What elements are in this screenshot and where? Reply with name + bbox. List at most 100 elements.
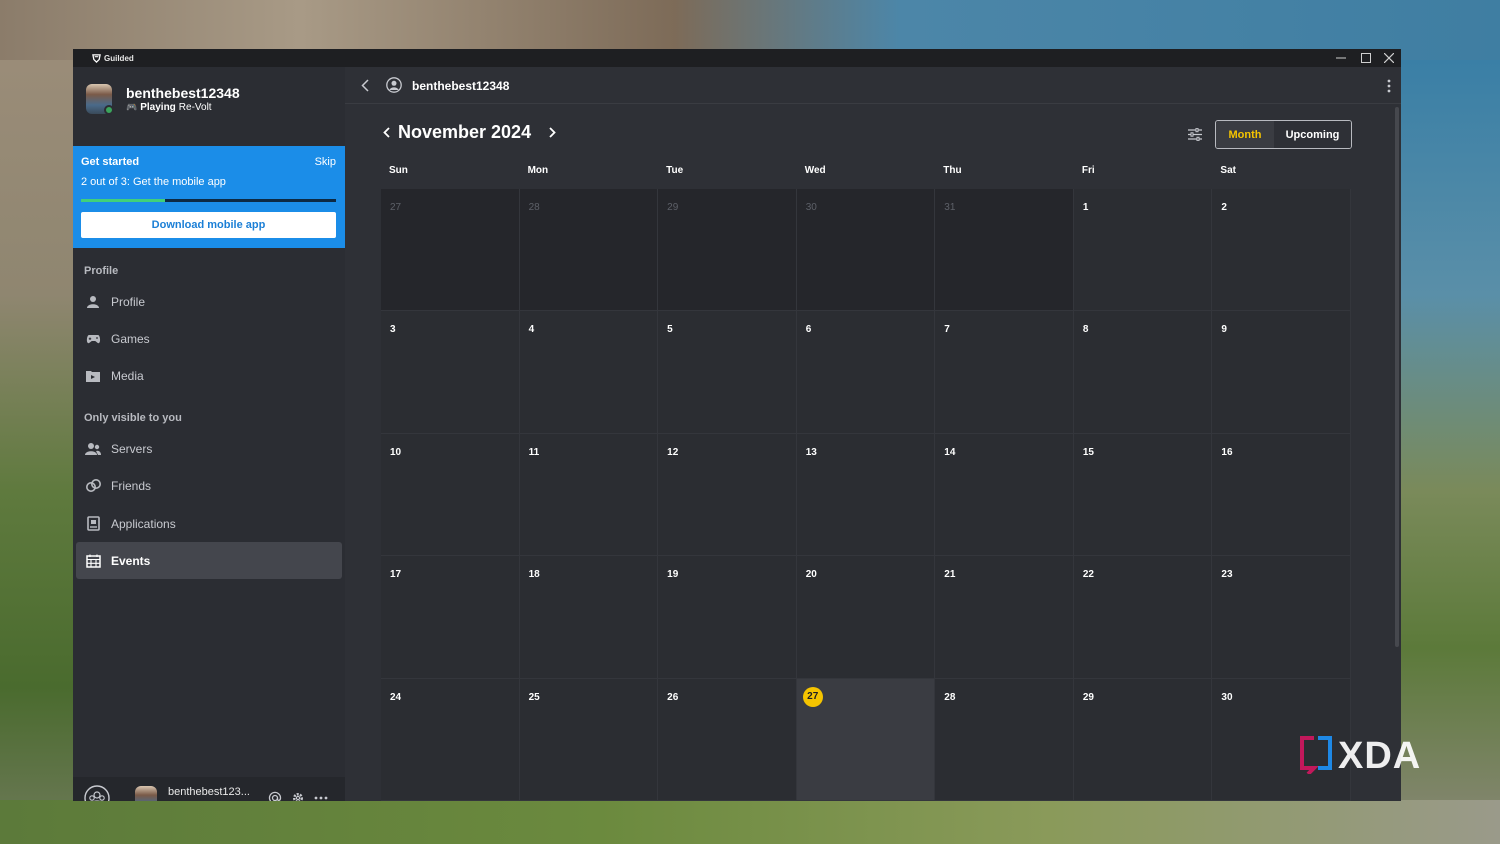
day-number: 31 xyxy=(944,202,956,213)
more-options-icon[interactable] xyxy=(313,790,329,801)
day-number: 18 xyxy=(528,569,540,581)
day-number: 14 xyxy=(944,446,956,458)
day-number: 30 xyxy=(805,202,817,213)
calendar-day-cell[interactable]: 24 xyxy=(381,678,520,801)
day-number: 1 xyxy=(1082,202,1089,213)
previous-month-button[interactable] xyxy=(383,125,390,141)
calendar-day-cell[interactable]: 7 xyxy=(935,311,1074,434)
friends-icon xyxy=(84,479,102,492)
calendar-day-cell[interactable]: 21 xyxy=(935,556,1074,679)
month-view-button[interactable]: Month xyxy=(1216,121,1274,148)
calendar-day-cell[interactable]: 31 xyxy=(935,189,1074,312)
playing-status: 🎮 Playing Re-Volt xyxy=(126,102,212,113)
servers-icon xyxy=(84,442,102,455)
calendar-day-cell[interactable]: 30 xyxy=(796,189,936,312)
calendar-day-cell[interactable]: 27 xyxy=(796,678,936,801)
calendar-day-cell[interactable]: 8 xyxy=(1073,311,1213,434)
media-folder-icon xyxy=(84,370,102,382)
calendar-day-cell[interactable]: 11 xyxy=(519,433,659,557)
main-header: benthebest12348 xyxy=(345,67,1401,104)
calendar-day-cell[interactable]: 18 xyxy=(519,556,659,679)
maximize-button[interactable] xyxy=(1355,49,1377,67)
calendar-grid: 27 28 29 30 31 1 2 3 4 5 6 7 8 9 10 11 12 13 14 15 16 17 18 19 2… xyxy=(381,189,1351,801)
day-number: 28 xyxy=(944,691,956,703)
title-bar: Guilded xyxy=(73,49,1401,67)
sidebar-item-media[interactable]: Media xyxy=(76,357,342,394)
download-mobile-app-button[interactable]: Download mobile app xyxy=(81,212,336,238)
calendar-day-cell[interactable]: 6 xyxy=(796,311,936,434)
mentions-icon[interactable] xyxy=(267,790,283,801)
calendar-day-cell[interactable]: 22 xyxy=(1073,556,1213,679)
calendar-day-cell[interactable]: 12 xyxy=(658,433,797,557)
calendar-header: November 2024 Month Upcoming xyxy=(345,104,1401,164)
weekday-label-wed: Wed xyxy=(804,165,826,176)
calendar-day-cell[interactable]: 19 xyxy=(658,556,797,679)
day-number: 8 xyxy=(1082,324,1089,336)
sidebar-item-label: Friends xyxy=(111,478,152,493)
calendar-day-cell[interactable]: 25 xyxy=(519,678,659,801)
get-started-progress xyxy=(81,199,336,202)
header-username: benthebest12348 xyxy=(412,79,510,93)
app-window: Guilded benthebest12348 🎮 Playing Re-Vol… xyxy=(73,49,1401,801)
calendar-day-cell[interactable]: 29 xyxy=(1073,678,1213,801)
day-number: 12 xyxy=(667,446,679,458)
xda-logo-icon xyxy=(1298,734,1334,779)
calendar-day-cell[interactable]: 17 xyxy=(381,556,520,679)
server-switcher-icon[interactable] xyxy=(83,784,111,801)
day-number: 13 xyxy=(805,446,817,458)
calendar-day-cell[interactable]: 15 xyxy=(1073,433,1213,557)
gamepad-icon xyxy=(84,333,102,345)
calendar-day-cell[interactable]: 27 xyxy=(381,189,520,312)
sidebar-item-applications[interactable]: Applications xyxy=(76,505,342,542)
kebab-menu-icon[interactable] xyxy=(1387,79,1391,98)
minimize-button[interactable] xyxy=(1330,49,1352,67)
skip-button[interactable]: Skip xyxy=(315,156,336,168)
today-badge: 27 xyxy=(802,686,823,707)
day-number: 6 xyxy=(805,324,812,336)
calendar-day-cell[interactable]: 28 xyxy=(519,189,659,312)
calendar-day-cell[interactable]: 23 xyxy=(1212,556,1351,679)
filter-sliders-icon[interactable] xyxy=(1188,127,1202,146)
calendar-day-cell[interactable]: 2 xyxy=(1212,189,1351,312)
footer-avatar[interactable] xyxy=(135,786,157,801)
gear-icon[interactable] xyxy=(290,790,306,801)
close-button[interactable] xyxy=(1378,49,1400,67)
calendar-day-cell[interactable]: 10 xyxy=(381,433,520,557)
weekday-header-row: Sun Mon Tue Wed Thu Fri Sat xyxy=(381,165,1351,187)
guilded-logo-icon xyxy=(91,53,101,63)
sidebar-item-label: Events xyxy=(111,553,151,568)
back-arrow-icon[interactable] xyxy=(361,79,369,97)
calendar-day-cell[interactable]: 5 xyxy=(658,311,797,434)
weekday-label-sun: Sun xyxy=(389,165,408,176)
calendar-day-cell[interactable]: 3 xyxy=(381,311,520,434)
sidebar-item-servers[interactable]: Servers xyxy=(76,430,342,467)
desktop-wallpaper-right xyxy=(1400,60,1500,844)
sidebar-item-games[interactable]: Games xyxy=(76,320,342,357)
calendar-day-cell[interactable]: 26 xyxy=(658,678,797,801)
user-header: benthebest12348 🎮 Playing Re-Volt xyxy=(73,67,345,128)
upcoming-view-button[interactable]: Upcoming xyxy=(1274,121,1351,148)
sidebar-item-profile[interactable]: Profile xyxy=(76,283,342,320)
calendar-day-cell[interactable]: 28 xyxy=(935,678,1074,801)
next-month-button[interactable] xyxy=(549,125,556,141)
calendar-day-cell[interactable]: 4 xyxy=(519,311,659,434)
online-status-indicator xyxy=(104,105,114,115)
scrollbar[interactable] xyxy=(1395,107,1399,647)
day-number: 26 xyxy=(667,691,679,703)
calendar-day-cell[interactable]: 13 xyxy=(796,433,936,557)
day-number: 21 xyxy=(944,569,956,581)
sidebar-item-friends[interactable]: Friends xyxy=(76,467,342,504)
calendar-day-cell[interactable]: 14 xyxy=(935,433,1074,557)
calendar-day-cell[interactable]: 29 xyxy=(658,189,797,312)
view-toggle: Month Upcoming xyxy=(1215,120,1352,149)
calendar-day-cell[interactable]: 1 xyxy=(1073,189,1213,312)
calendar-day-cell[interactable]: 16 xyxy=(1212,433,1351,557)
calendar-day-cell[interactable]: 9 xyxy=(1212,311,1351,434)
sidebar-item-events[interactable]: Events xyxy=(76,542,342,579)
calendar-day-cell[interactable]: 20 xyxy=(796,556,936,679)
username[interactable]: benthebest12348 xyxy=(126,85,240,101)
footer-username[interactable]: benthebest123... xyxy=(168,786,250,798)
day-number: 16 xyxy=(1221,446,1233,458)
day-number: 25 xyxy=(528,691,540,703)
month-title: November 2024 xyxy=(398,122,532,142)
